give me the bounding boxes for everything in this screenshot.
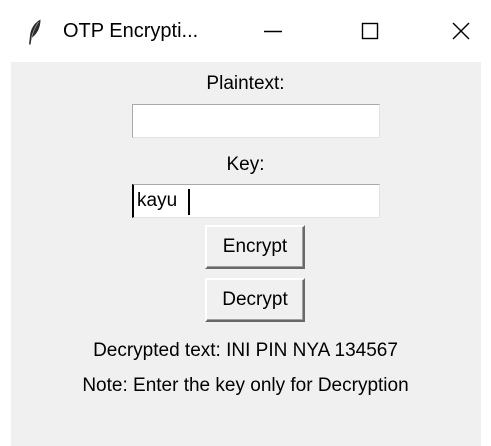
minimize-icon: [264, 30, 282, 33]
plaintext-label: Plaintext:: [206, 73, 285, 94]
decrypted-text-output: Decrypted text: INI PIN NYA 134567: [93, 340, 398, 361]
key-input[interactable]: [132, 184, 380, 218]
decrypt-button[interactable]: Decrypt: [205, 278, 305, 322]
maximize-icon: [361, 22, 379, 40]
title-bar[interactable]: OTP Encrypti...: [0, 0, 491, 62]
key-label: Key:: [226, 154, 265, 175]
app-window: OTP Encrypti... Plaintext: Key: Encrypt …: [0, 0, 491, 446]
window-title: OTP Encrypti...: [63, 20, 199, 42]
minimize-button[interactable]: [258, 16, 288, 46]
note-text: Note: Enter the key only for Decryption: [82, 375, 409, 396]
encrypt-button[interactable]: Encrypt: [205, 225, 305, 269]
plaintext-input[interactable]: [132, 104, 380, 138]
text-caret: [188, 189, 190, 215]
maximize-button[interactable]: [355, 16, 385, 46]
close-icon: [452, 22, 470, 40]
close-button[interactable]: [446, 16, 476, 46]
feather-icon: [29, 19, 41, 45]
